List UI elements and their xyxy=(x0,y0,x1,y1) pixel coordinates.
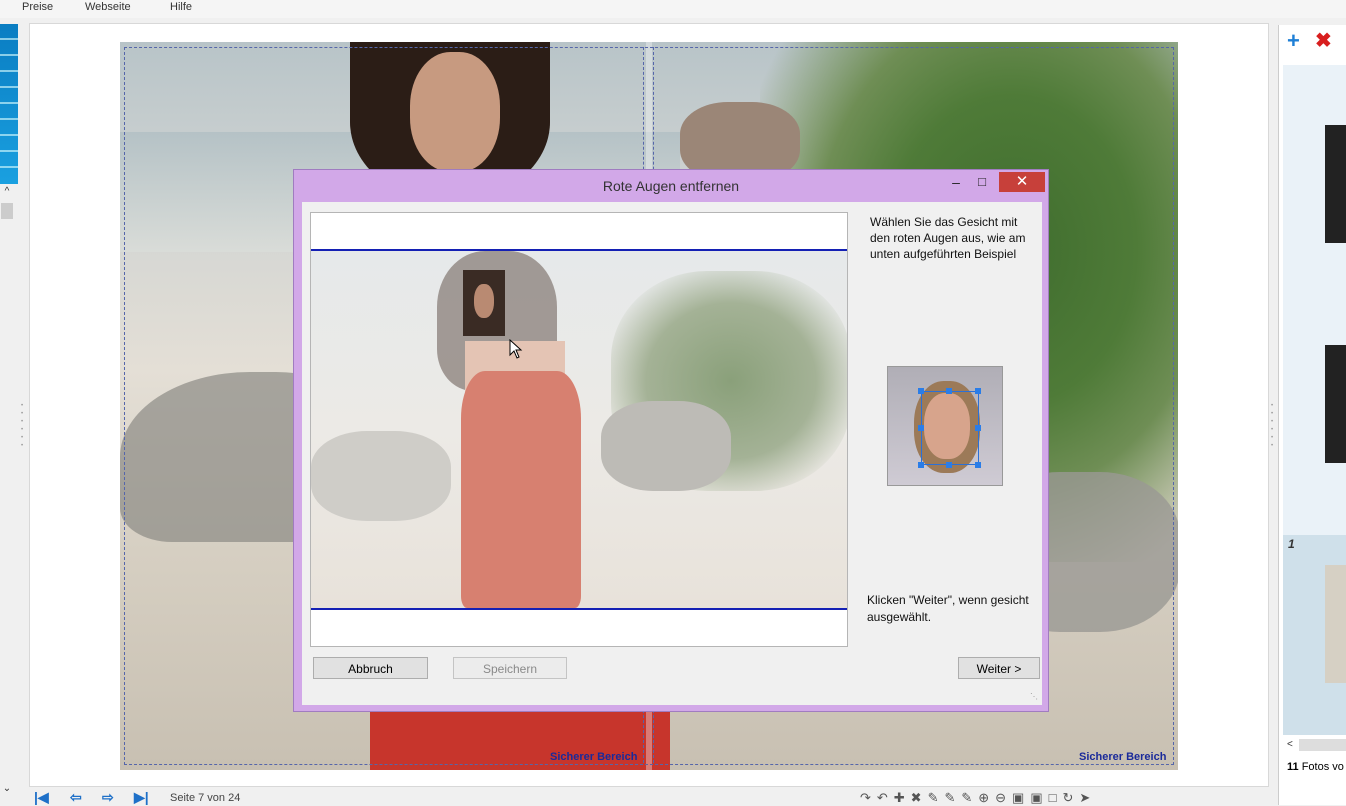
bottom-tool-icons[interactable]: ↷↶✚✖✎✎✎⊕⊖▣▣□↻➤ xyxy=(860,790,1096,806)
minimize-icon[interactable]: – xyxy=(945,174,967,192)
preview-rock xyxy=(311,431,451,521)
dialog-title: Rote Augen entfernen xyxy=(602,178,740,194)
example-selection-box xyxy=(921,391,979,465)
preview-dress xyxy=(461,371,581,608)
left-scroll-up-icon[interactable]: ^ xyxy=(0,186,14,200)
photo-thumbnail-selected[interactable] xyxy=(1325,565,1346,683)
photo-thumbnail[interactable] xyxy=(1325,345,1346,463)
scroll-left-icon[interactable]: < xyxy=(1287,739,1293,750)
photo-list-hscroll[interactable] xyxy=(1299,739,1346,751)
face-selection[interactable] xyxy=(463,270,505,336)
photo-preview[interactable] xyxy=(310,212,848,647)
menu-bar: Preise Webseite Hilfe xyxy=(0,0,1346,18)
next-button[interactable]: Weiter > xyxy=(958,657,1040,679)
safe-area-label-right: Sicherer Bereich xyxy=(1079,751,1167,763)
menu-item-webseite[interactable]: Webseite xyxy=(85,1,131,13)
left-toolbar-strip[interactable] xyxy=(0,24,18,184)
preview-photo[interactable] xyxy=(311,251,847,608)
plus-icon[interactable]: + xyxy=(1287,30,1300,52)
maximize-icon[interactable]: □ xyxy=(971,174,993,192)
safe-area-label-left: Sicherer Bereich xyxy=(550,751,638,763)
resize-grip-icon[interactable]: ⋱ xyxy=(1030,692,1038,701)
photo-count: 11 Fotos vo xyxy=(1287,761,1344,773)
first-page-icon[interactable]: |◀ xyxy=(34,790,49,805)
menu-item-preise[interactable]: Preise xyxy=(22,1,53,13)
delete-x-icon[interactable]: ✖ xyxy=(1315,31,1332,51)
preview-rock xyxy=(601,401,731,491)
instruction-select-face: Wählen Sie das Gesicht mit den roten Aug… xyxy=(870,215,1026,261)
instruction-click-next: Klicken "Weiter", wenn gesicht ausgewähl… xyxy=(867,593,1029,624)
cancel-button[interactable]: Abbruch xyxy=(313,657,428,679)
page-info: Seite 7 von 24 xyxy=(170,792,241,804)
save-button[interactable]: Speichern xyxy=(453,657,567,679)
dialog-body: Wählen Sie das Gesicht mit den roten Aug… xyxy=(302,202,1042,705)
next-page-icon[interactable]: ⇨ xyxy=(102,790,114,805)
photo-panel: + ✖ 1 < 11 Fotos vo xyxy=(1278,25,1346,805)
last-page-icon[interactable]: ▶| xyxy=(134,790,149,805)
selected-photo-index: 1 xyxy=(1288,537,1295,551)
left-scroll-down-icon[interactable]: ⌄ xyxy=(0,783,14,797)
prev-page-icon[interactable]: ⇦ xyxy=(70,790,82,805)
bottom-toolbar: |◀ ⇦ ⇨ ▶| Seite 7 von 24 ↷↶✚✖✎✎✎⊕⊖▣▣□↻➤ xyxy=(30,790,1260,806)
left-resize-handle[interactable]: • • • • • • xyxy=(20,402,24,452)
red-eye-dialog: Rote Augen entfernen – □ ✕ Wählen Sie da… xyxy=(293,169,1049,712)
crop-line-bottom xyxy=(311,608,847,610)
left-scroll-thumb[interactable] xyxy=(1,203,13,219)
close-icon[interactable]: ✕ xyxy=(999,172,1045,192)
right-resize-handle[interactable]: • • • • • • xyxy=(1270,402,1274,452)
photo-thumbnail[interactable] xyxy=(1325,125,1346,243)
example-face-image xyxy=(887,366,1003,486)
menu-item-hilfe[interactable]: Hilfe xyxy=(170,1,192,13)
cursor-icon xyxy=(509,338,523,362)
